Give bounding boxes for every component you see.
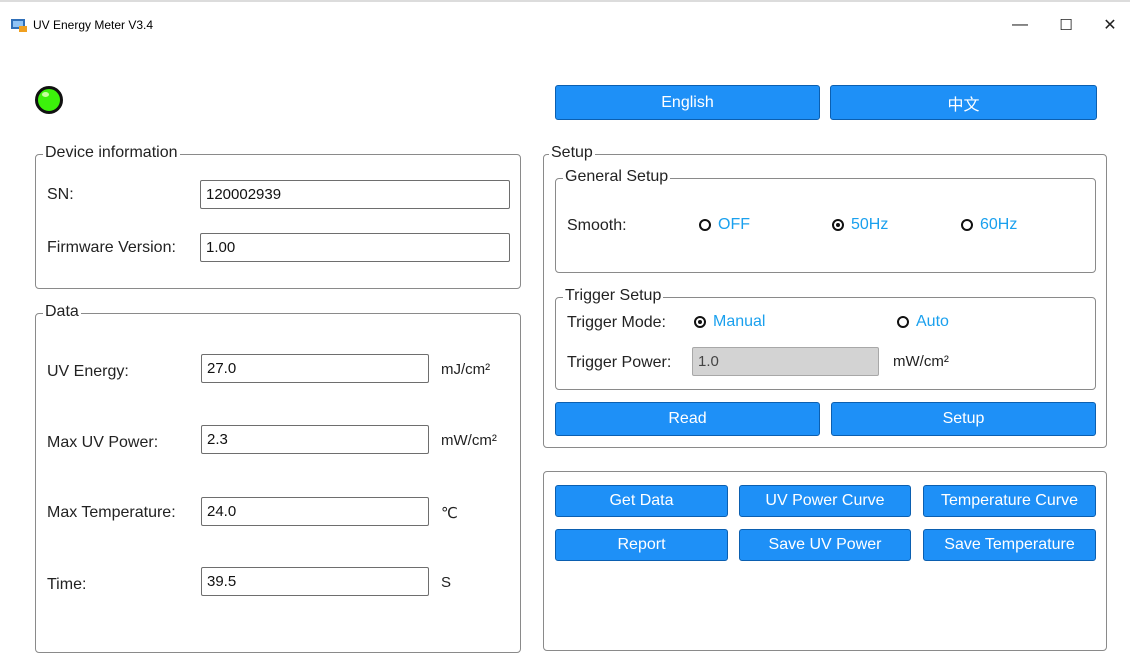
trigger-setup-group	[555, 297, 1096, 390]
setup-title: Setup	[549, 144, 595, 162]
radio-circle-icon	[961, 219, 973, 231]
smooth-label: Smooth:	[567, 217, 627, 234]
close-button[interactable]: ✕	[1088, 10, 1130, 40]
report-button[interactable]: Report	[555, 529, 728, 561]
trigger-setup-title: Trigger Setup	[563, 287, 664, 305]
window-title: UV Energy Meter V3.4	[33, 18, 154, 32]
smooth-50hz-radio[interactable]: 50Hz	[832, 216, 888, 234]
trigger-auto-radio[interactable]: Auto	[897, 313, 949, 331]
radio-selected-icon	[832, 219, 844, 231]
max-temperature-field[interactable]: 24.0	[201, 497, 429, 526]
firmware-label: Firmware Version:	[47, 239, 176, 256]
smooth-off-label: OFF	[718, 216, 750, 233]
max-uv-power-unit: mW/cm²	[441, 432, 497, 449]
uv-energy-field[interactable]: 27.0	[201, 354, 429, 383]
uv-energy-unit: mJ/cm²	[441, 361, 491, 378]
trigger-manual-label: Manual	[713, 313, 766, 330]
minimize-button[interactable]: —	[998, 10, 1042, 40]
radio-circle-icon	[897, 316, 909, 328]
max-uv-power-field[interactable]: 2.3	[201, 425, 429, 454]
title-bar	[0, 0, 1130, 40]
chinese-button[interactable]: 中文	[830, 85, 1097, 120]
device-info-title: Device information	[43, 144, 180, 162]
general-setup-title: General Setup	[563, 168, 671, 186]
smooth-60hz-label: 60Hz	[980, 216, 1018, 233]
app-icon	[11, 19, 27, 32]
time-label: Time:	[47, 576, 87, 593]
trigger-power-field[interactable]: 1.0	[692, 347, 879, 376]
save-uv-power-button[interactable]: Save UV Power	[739, 529, 911, 561]
led-highlight	[42, 92, 49, 97]
temperature-curve-button[interactable]: Temperature Curve	[923, 485, 1096, 517]
max-temperature-label: Max Temperature:	[47, 504, 176, 521]
save-temperature-button[interactable]: Save Temperature	[923, 529, 1096, 561]
smooth-60hz-radio[interactable]: 60Hz	[961, 216, 1017, 234]
setup-button[interactable]: Setup	[831, 402, 1096, 436]
time-unit: S	[441, 574, 452, 591]
radio-circle-icon	[699, 219, 711, 231]
smooth-50hz-label: 50Hz	[851, 216, 889, 233]
trigger-power-label: Trigger Power:	[567, 354, 672, 371]
trigger-manual-radio[interactable]: Manual	[694, 313, 765, 331]
trigger-auto-label: Auto	[916, 313, 949, 330]
firmware-field[interactable]: 1.00	[200, 233, 510, 262]
radio-selected-icon	[694, 316, 706, 328]
trigger-power-unit: mW/cm²	[893, 353, 949, 370]
max-temperature-unit: ℃	[441, 505, 458, 522]
time-field[interactable]: 39.5	[201, 567, 429, 596]
get-data-button[interactable]: Get Data	[555, 485, 728, 517]
trigger-mode-label: Trigger Mode:	[567, 314, 666, 331]
read-button[interactable]: Read	[555, 402, 820, 436]
max-uv-power-label: Max UV Power:	[47, 434, 159, 451]
sn-label: SN:	[47, 186, 74, 203]
device-info-group	[35, 154, 521, 289]
maximize-button[interactable]: ☐	[1044, 10, 1088, 40]
uv-energy-label: UV Energy:	[47, 363, 129, 380]
uv-power-curve-button[interactable]: UV Power Curve	[739, 485, 911, 517]
data-title: Data	[43, 303, 81, 321]
english-button[interactable]: English	[555, 85, 820, 120]
sn-field[interactable]: 120002939	[200, 180, 510, 209]
smooth-off-radio[interactable]: OFF	[699, 216, 750, 234]
connection-led-icon	[35, 86, 63, 114]
